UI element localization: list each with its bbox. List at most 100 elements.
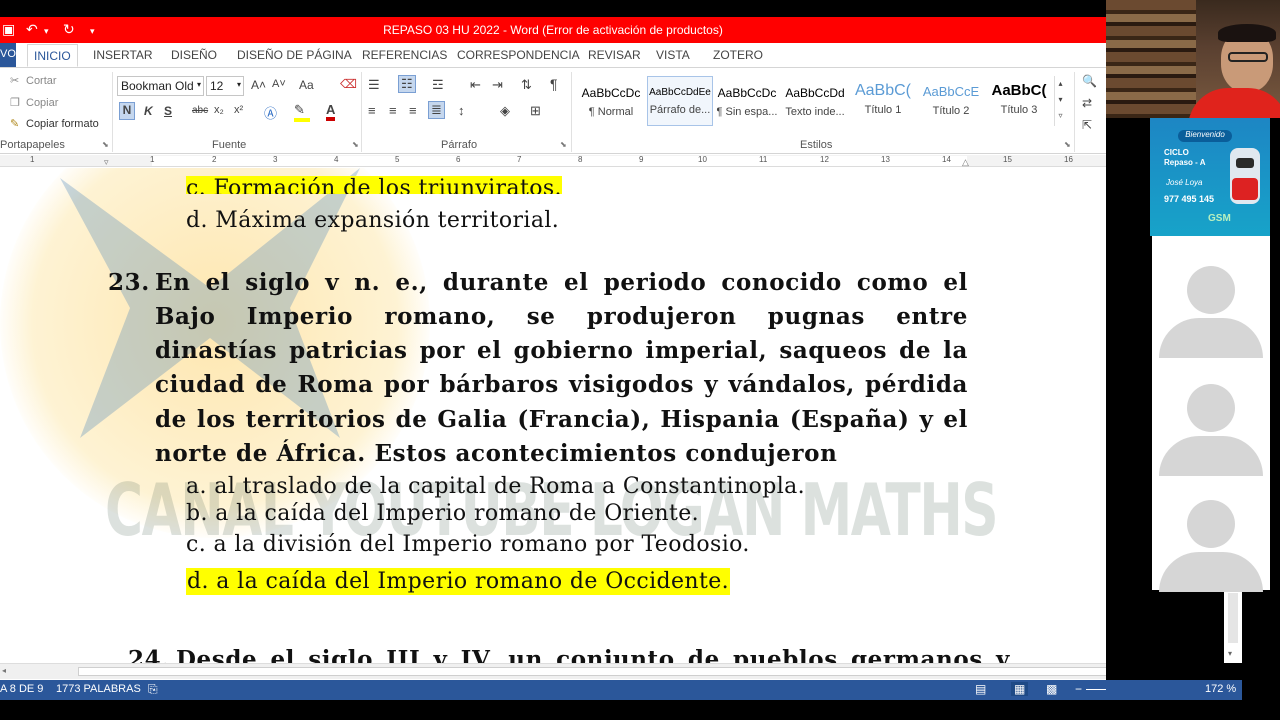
font-name-select[interactable]: Bookman Old ▾ [117, 76, 204, 96]
ribbon-tabs: VO INICIO INSERTAR DISEÑO DISEÑO DE PÁGI… [0, 43, 1106, 67]
style-sin-espaciado[interactable]: AaBbCcDc ¶ Sin espa... [714, 76, 780, 126]
word-window: ▣ ↶ ▾ ↻ ▾ REPASO 03 HU 2022 - Word (Erro… [0, 17, 1106, 720]
horizontal-scrollbar[interactable]: ◂ ▸ [0, 663, 1106, 679]
vscroll-track[interactable] [1228, 593, 1238, 643]
align-left-icon[interactable]: ≡ [368, 103, 376, 118]
show-marks-icon[interactable]: ¶ [550, 76, 558, 92]
format-painter-button[interactable]: Copiar formato [26, 118, 99, 130]
justify-icon[interactable]: ≣ [428, 101, 445, 119]
title-bar: ▣ ↶ ▾ ↻ ▾ REPASO 03 HU 2022 - Word (Erro… [0, 17, 1106, 43]
scroll-left-icon[interactable]: ◂ [2, 666, 6, 675]
right-indent-marker-icon[interactable]: △ [962, 157, 969, 168]
line-spacing-icon[interactable]: ↕ [458, 103, 465, 118]
chevron-down-icon: ▾ [236, 80, 241, 89]
clear-format-icon[interactable]: ⌫ [340, 77, 357, 91]
select-icon[interactable]: ⇱ [1082, 118, 1092, 132]
panel-dark-left [1106, 118, 1150, 590]
scroll-down-icon[interactable]: ▾ [1228, 649, 1232, 658]
find-icon[interactable]: 🔍 [1082, 74, 1097, 88]
participant-avatar[interactable] [1156, 354, 1266, 476]
ruler-number: 13 [881, 155, 890, 164]
borders-icon[interactable]: ⊞ [530, 103, 541, 119]
web-layout-icon[interactable]: ▩ [1046, 682, 1057, 696]
tab-vista[interactable]: VISTA [656, 48, 690, 62]
cut-button[interactable]: Cortar [26, 75, 57, 87]
question-23-line-6: norte de África. Estos acontecimientos c… [155, 440, 838, 467]
tab-zotero[interactable]: ZOTERO [713, 48, 763, 62]
tab-inicio[interactable]: INICIO [27, 44, 78, 67]
clipboard-launcher-icon[interactable]: ⬊ [102, 140, 109, 149]
paragraph-launcher-icon[interactable]: ⬊ [560, 140, 567, 149]
ruler-number: 11 [759, 155, 768, 164]
style-preview: AaBbCcDc [717, 86, 777, 100]
style-titulo-1[interactable]: AaBbC(Título 1 [850, 76, 916, 126]
vertical-scrollbar[interactable]: ▾ [1224, 591, 1242, 663]
ruler-number: 6 [456, 155, 461, 164]
decrease-indent-icon[interactable]: ⇤ [470, 77, 481, 93]
sort-icon[interactable]: ⇅ [521, 77, 532, 93]
tab-revisar[interactable]: REVISAR [588, 48, 641, 62]
shading-icon[interactable]: ◈ [500, 103, 510, 119]
divider [112, 72, 113, 152]
cut-icon[interactable]: ✂ [10, 74, 19, 87]
increase-indent-icon[interactable]: ⇥ [492, 77, 503, 93]
align-right-icon[interactable]: ≡ [409, 103, 417, 118]
styles-launcher-icon[interactable]: ⬊ [1064, 140, 1071, 149]
zoom-slider[interactable] [1086, 689, 1106, 690]
align-center-icon[interactable]: ≡ [389, 103, 397, 118]
participant-avatar[interactable] [1156, 236, 1266, 358]
format-painter-icon[interactable]: ✎ [10, 117, 19, 130]
tab-referencias[interactable]: REFERENCIAS [362, 48, 447, 62]
ruler-number: 4 [334, 155, 339, 164]
replace-icon[interactable]: ⇄ [1082, 96, 1092, 110]
participant-avatar[interactable] [1156, 470, 1266, 592]
zoom-out-icon[interactable]: − [1075, 682, 1082, 696]
tab-correspondencia[interactable]: CORRESPONDENCIA [457, 48, 580, 62]
style-name: Párrafo de... [649, 104, 711, 116]
styles-group-label: Estilos [800, 139, 833, 151]
change-case-button[interactable]: Aa [299, 78, 314, 92]
welcome-label: Bienvenido [1178, 130, 1232, 142]
ruler-number: 3 [273, 155, 278, 164]
strikethrough-button[interactable]: abc [192, 105, 208, 116]
copy-icon[interactable]: ❐ [10, 96, 20, 109]
copy-button[interactable]: Copiar [26, 97, 58, 109]
page-indicator[interactable]: A 8 DE 9 [0, 683, 43, 695]
indent-marker-icon[interactable]: ▿ [104, 157, 109, 168]
style-titulo-2[interactable]: AaBbCcE Título 2 [918, 76, 984, 126]
document-page[interactable]: CANAL YOUTUBE LOGAN MATHS c. Formación d… [0, 168, 1106, 680]
underline-button[interactable]: S [164, 104, 172, 118]
tab-diseno-pagina[interactable]: DISEÑO DE PÁGINA [237, 48, 352, 62]
shrink-font-button[interactable]: A˅ [272, 78, 286, 90]
multilevel-list-icon[interactable]: ☲ [432, 77, 444, 93]
superscript-button[interactable]: x² [234, 104, 243, 116]
font-size-select[interactable]: 12 ▾ [206, 76, 244, 96]
word-count[interactable]: 1773 PALABRAS [56, 683, 141, 695]
subscript-button[interactable]: x₂ [214, 104, 224, 116]
ruler-number: 15 [1003, 155, 1012, 164]
style-titulo-3[interactable]: AaBbC(Título 3 [986, 76, 1052, 126]
tab-insertar[interactable]: INSERTAR [93, 48, 153, 62]
tab-diseno[interactable]: DISEÑO [171, 48, 217, 62]
font-color-icon[interactable]: A [326, 102, 336, 121]
ruler-number: 16 [1064, 155, 1073, 164]
bullets-icon[interactable]: ☰ [368, 77, 380, 93]
italic-button[interactable]: K [144, 104, 153, 118]
highlight-icon[interactable]: ✎ [294, 102, 310, 122]
tab-file[interactable]: VO [0, 43, 16, 67]
text-effects-icon[interactable]: Ⓐ [264, 103, 277, 122]
styles-scroll[interactable]: ▴ ▾ ▿ [1054, 76, 1066, 126]
proofing-icon[interactable]: ⎘ [148, 682, 158, 697]
font-launcher-icon[interactable]: ⬊ [352, 140, 359, 149]
zoom-level[interactable]: 172 % [1205, 683, 1236, 695]
grow-font-button[interactable]: A˄ [251, 78, 266, 92]
style-parrafo-lista[interactable]: AaBbCcDdEe Párrafo de... [647, 76, 713, 126]
style-normal[interactable]: AaBbCcDc ¶ Normal [578, 76, 644, 126]
numbering-icon[interactable]: ☷ [398, 75, 416, 93]
status-bar-right: 172 % [1106, 680, 1242, 700]
print-layout-icon[interactable]: ▦ [1011, 682, 1029, 696]
bold-button[interactable]: N [119, 102, 135, 120]
scroll-thumb[interactable] [78, 667, 1106, 676]
style-texto-independiente[interactable]: AaBbCcDd Texto inde... [782, 76, 848, 126]
read-mode-icon[interactable]: ▤ [975, 682, 986, 696]
